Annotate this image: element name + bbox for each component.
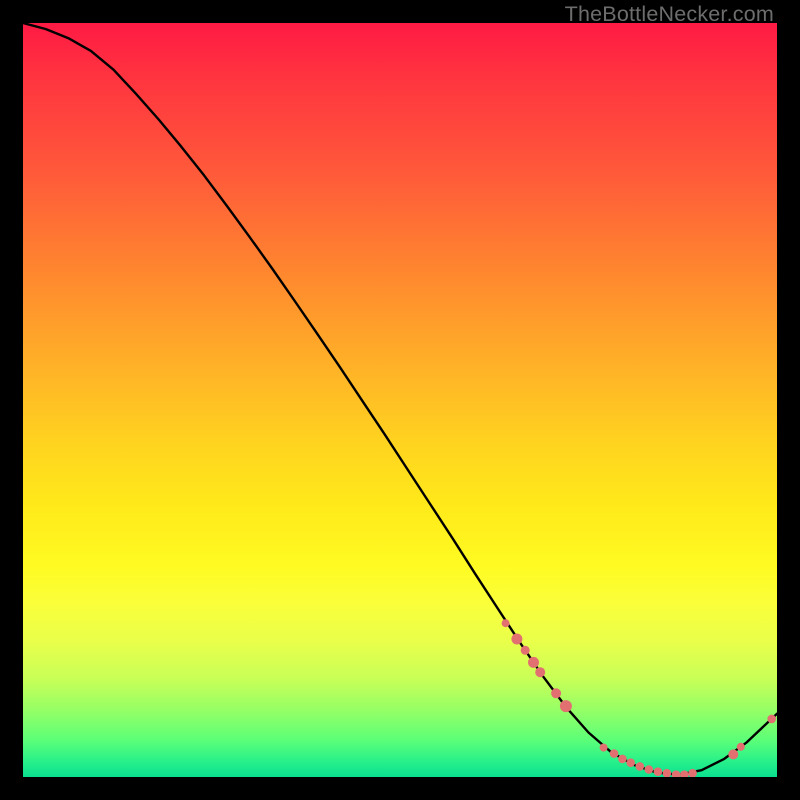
curve-marker — [654, 767, 663, 776]
curve-marker — [618, 755, 627, 764]
curve-marker — [645, 765, 654, 774]
chart-frame: TheBottleNecker.com — [0, 0, 800, 800]
curve-marker — [600, 744, 608, 752]
curve-marker — [663, 769, 672, 777]
curve-marker — [528, 657, 539, 668]
curve-marker — [636, 762, 645, 771]
curve-marker — [737, 743, 745, 751]
chart-svg — [23, 23, 777, 777]
plot-area — [23, 23, 777, 777]
curve-marker — [511, 634, 522, 645]
curve-marker — [551, 688, 561, 698]
curve-marker — [767, 715, 776, 724]
curve-marker — [688, 769, 697, 777]
curve-line — [23, 23, 777, 775]
curve-marker — [680, 770, 689, 777]
curve-markers — [502, 619, 776, 777]
curve-marker — [560, 700, 572, 712]
curve-marker — [521, 646, 530, 655]
curve-marker — [728, 749, 738, 759]
curve-marker — [626, 758, 635, 767]
curve-marker — [535, 667, 545, 677]
curve-marker — [672, 770, 681, 777]
curve-marker — [610, 749, 619, 758]
curve-marker — [502, 619, 510, 627]
